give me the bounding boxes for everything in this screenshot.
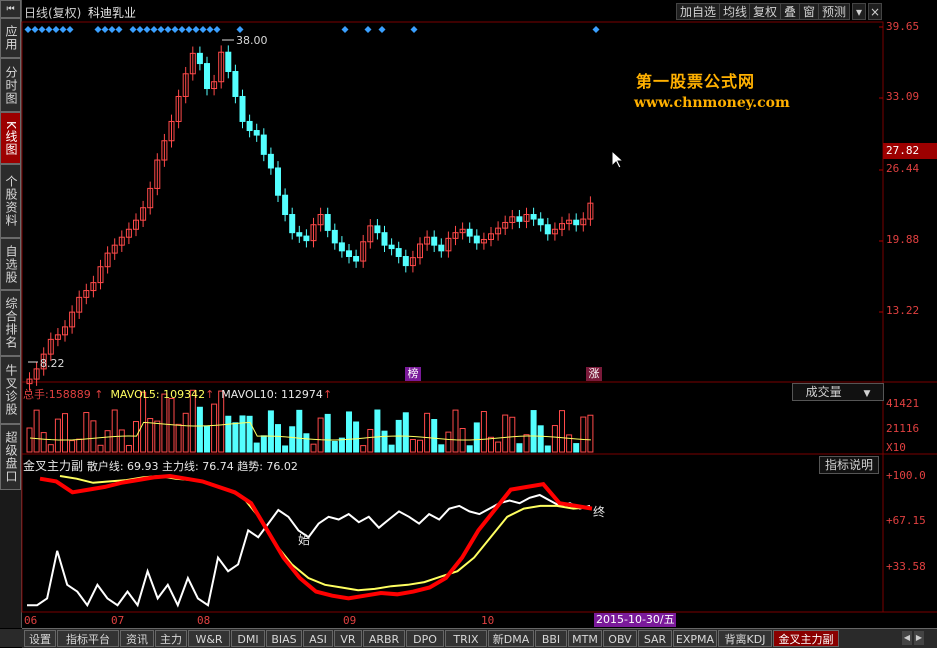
watermark-url: www.chnmoney.com	[634, 95, 790, 111]
tab-1[interactable]: 指标平台	[57, 630, 119, 647]
price-tick: 19.88	[886, 233, 920, 246]
tab-0[interactable]: 设置	[24, 630, 56, 647]
indicator-tab-bar: 设置 指标平台 资讯 主力 W&R DMI BIAS ASI VR ARBR DPO TRIX 新DMA…	[22, 628, 937, 648]
kline-chart[interactable]	[0, 0, 937, 647]
tab-4[interactable]: W&R	[188, 630, 230, 647]
tab-2[interactable]: 资讯	[120, 630, 154, 647]
tab-11[interactable]: TRIX	[445, 630, 487, 647]
zhang-marker[interactable]: 涨	[586, 367, 602, 381]
volume-header: 总手:158889 ↑ MAVOL5: 109342↑ MAVOL10: 112…	[23, 388, 333, 401]
date-tick: 06	[24, 614, 38, 627]
bang-marker[interactable]: 榜	[405, 367, 421, 381]
mouse-pointer-icon	[611, 150, 625, 169]
volume-scale: X10	[886, 441, 906, 454]
cursor-date-badge: 2015-10-30/五	[594, 613, 676, 627]
tab-17[interactable]: EXPMA	[673, 630, 717, 647]
signal-markers	[24, 26, 600, 33]
tab-14[interactable]: MTM	[568, 630, 602, 647]
volume-tick: 41421	[886, 397, 920, 410]
date-tick: 10	[481, 614, 495, 627]
volume-tick: 21116	[886, 422, 920, 435]
candlestick-series	[26, 39, 594, 391]
tab-8[interactable]: VR	[334, 630, 362, 647]
high-price-label: 38.00	[236, 34, 268, 47]
tab-3[interactable]: 主力	[155, 630, 187, 647]
tab-16[interactable]: SAR	[638, 630, 672, 647]
tab-7[interactable]: ASI	[303, 630, 333, 647]
indicator-tick: +100.0	[886, 469, 926, 482]
tab-6[interactable]: BIAS	[266, 630, 302, 647]
price-tick: 26.44	[886, 162, 920, 175]
tab-scroll-right-icon[interactable]: ▶	[914, 631, 924, 645]
indicator-name: 金叉主力副	[23, 459, 84, 473]
tab-9[interactable]: ARBR	[363, 630, 405, 647]
tab-5[interactable]: DMI	[231, 630, 265, 647]
chevron-down-icon: ▼	[863, 389, 871, 399]
watermark-title: 第一股票公式网	[636, 72, 756, 91]
current-price-badge: 27.82	[883, 143, 937, 159]
tab-13[interactable]: BBI	[535, 630, 567, 647]
up-arrow-icon: ↑	[205, 388, 215, 401]
date-tick: 09	[343, 614, 357, 627]
price-tick: 33.09	[886, 90, 920, 103]
tab-19[interactable]: 金叉主力副	[773, 630, 839, 647]
low-price-label: 8.22	[40, 357, 65, 370]
chart-grid	[21, 21, 937, 613]
indicator-help-button[interactable]: 指标说明	[819, 456, 879, 474]
tab-bar-corner	[0, 629, 22, 647]
indicator-params: 散户线: 69.93 主力线: 76.74 趋势: 76.02	[86, 460, 298, 473]
tab-10[interactable]: DPO	[406, 630, 444, 647]
indicator-header: 金叉主力副 散户线: 69.93 主力线: 76.74 趋势: 76.02	[23, 457, 298, 474]
up-arrow-icon: ↑	[322, 388, 333, 401]
price-tick: 39.65	[886, 20, 920, 33]
start-marker: 始	[298, 533, 311, 547]
date-tick: 07	[111, 614, 125, 627]
indicator-tick: +67.15	[886, 514, 926, 527]
up-arrow-icon: ↑	[94, 388, 104, 401]
indicator-tick: +33.58	[886, 560, 926, 573]
price-tick: 13.22	[886, 304, 920, 317]
tab-scroll-left-icon[interactable]: ◀	[902, 631, 912, 645]
tab-12[interactable]: 新DMA	[488, 630, 534, 647]
tab-18[interactable]: 背离KDJ	[718, 630, 772, 647]
end-marker: 终	[593, 505, 606, 519]
volume-indicator-select[interactable]: 成交量 ▼	[792, 383, 884, 401]
tab-15[interactable]: OBV	[603, 630, 637, 647]
date-tick: 08	[197, 614, 211, 627]
